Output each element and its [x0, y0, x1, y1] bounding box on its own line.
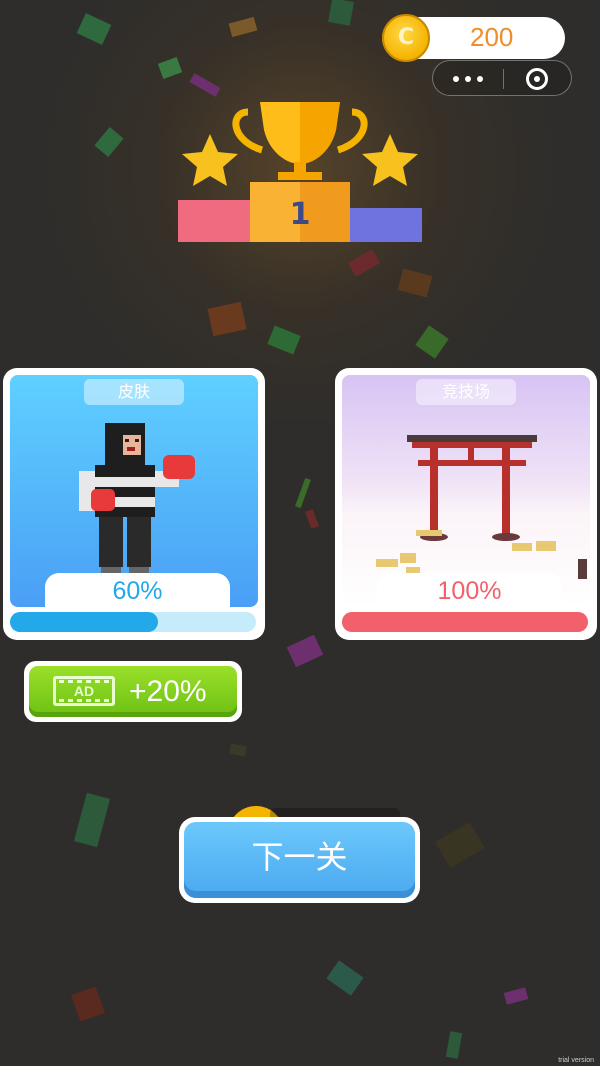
arena-progress-bar: [342, 612, 588, 632]
more-dots-icon[interactable]: [453, 76, 483, 82]
watch-ad-bonus-button-face: AD +20%: [29, 666, 237, 717]
confetti-piece: [328, 0, 354, 26]
skin-card[interactable]: 皮肤 60%: [3, 368, 265, 640]
confetti-piece: [286, 634, 324, 668]
left-star-icon: [182, 134, 238, 186]
ad-film-icon: AD: [53, 676, 115, 706]
watch-ad-bonus-button[interactable]: AD +20%: [24, 661, 242, 722]
arena-progress-fill: [342, 612, 588, 632]
confetti-piece: [435, 822, 485, 868]
target-close-icon[interactable]: [526, 68, 548, 90]
miniprogram-capsule: [432, 60, 572, 96]
right-star-icon: [362, 134, 418, 186]
skin-percent: 60%: [45, 573, 230, 607]
arena-card-label: 竞技场: [416, 379, 516, 405]
torii-gate-image: [376, 435, 587, 579]
capsule-divider: [503, 69, 504, 89]
arena-card-preview: 竞技场 100%: [342, 375, 590, 607]
skin-progress-bar: [10, 612, 256, 632]
confetti-piece: [70, 986, 106, 1022]
trophy-podium-graphic: 1: [178, 102, 422, 242]
coin-icon: C: [382, 14, 430, 62]
trial-watermark: trial version: [558, 1057, 594, 1064]
podium-number: 1: [290, 197, 311, 232]
next-level-label: 下一关: [184, 822, 415, 898]
skin-card-preview: 皮肤 60%: [10, 375, 258, 607]
confetti-piece: [229, 743, 247, 757]
trophy-icon: [232, 102, 368, 180]
boxer-character-image: [79, 423, 195, 593]
confetti-piece: [305, 509, 319, 529]
confetti-piece: [503, 987, 529, 1005]
confetti-piece: [73, 792, 111, 848]
confetti-piece: [295, 477, 311, 509]
skin-card-label: 皮肤: [84, 379, 184, 405]
confetti-piece: [445, 1031, 463, 1059]
coin-value: 200: [470, 22, 514, 52]
confetti-piece: [326, 960, 364, 996]
ad-bonus-label: +20%: [129, 675, 207, 708]
arena-percent: 100%: [377, 573, 562, 607]
next-level-button[interactable]: 下一关: [179, 817, 420, 903]
arena-card[interactable]: 竞技场 100%: [335, 368, 597, 640]
skin-progress-fill: [10, 612, 158, 632]
